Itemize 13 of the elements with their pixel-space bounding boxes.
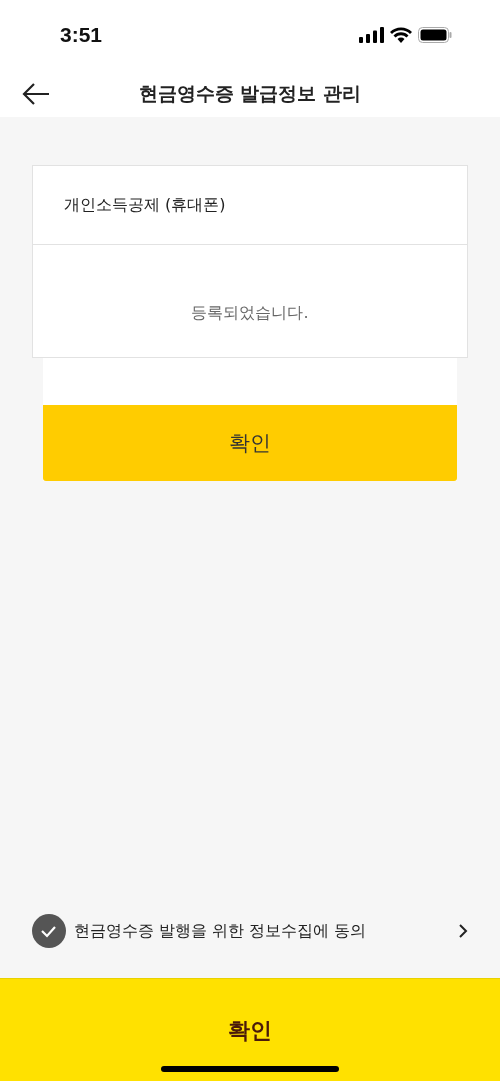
card-title: 개인소득공제 (휴대폰) — [64, 194, 226, 216]
battery-icon — [418, 27, 452, 43]
status-time: 3:51 — [60, 23, 103, 47]
checkbox[interactable] — [32, 914, 66, 948]
confirm-button[interactable]: 확인 — [43, 405, 457, 481]
wifi-icon — [390, 27, 412, 43]
back-arrow-icon[interactable] — [22, 82, 50, 105]
bottom-confirm-button[interactable]: 확인 — [218, 1001, 282, 1061]
agreement-label: 현금영수증 발행을 위한 정보수집에 동의 — [74, 920, 367, 942]
signal-icon — [359, 27, 384, 43]
registered-message: 등록되었습니다. — [191, 302, 309, 324]
page-title: 현금영수증 발급정보 관리 — [138, 81, 362, 104]
chevron-right-icon[interactable] — [458, 923, 468, 939]
